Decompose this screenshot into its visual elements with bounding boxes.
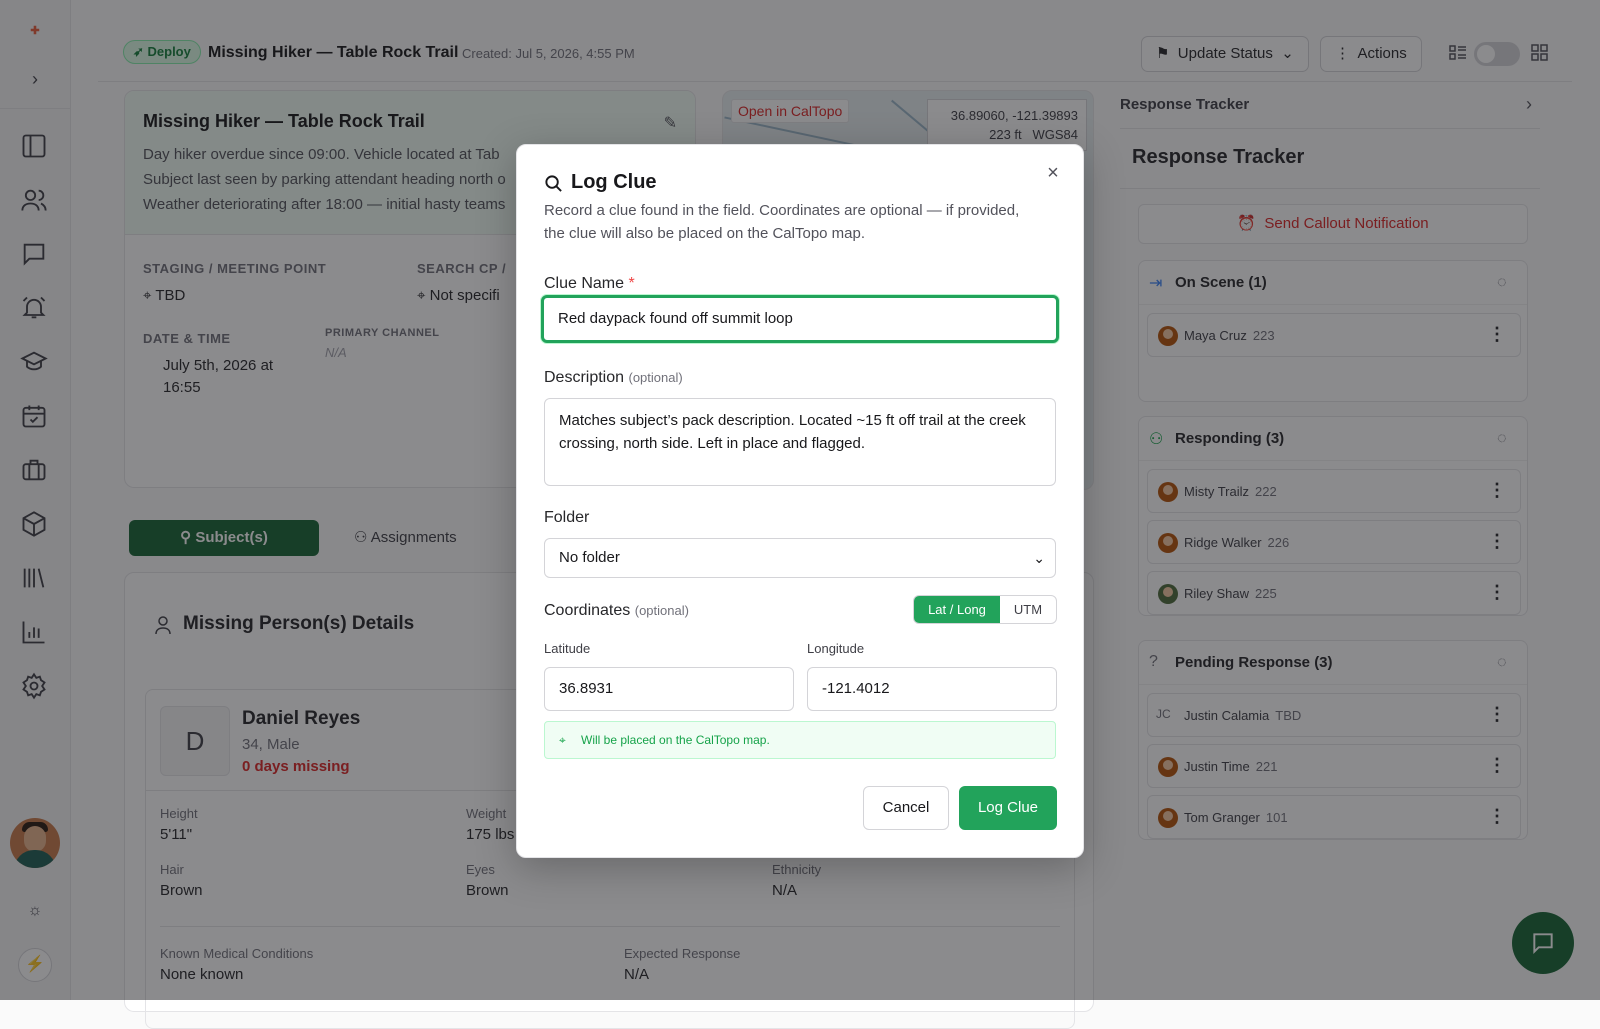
map-placement-note: ⌖ Will be placed on the CalTopo map. — [544, 721, 1056, 759]
description-textarea[interactable]: Matches subject’s pack description. Loca… — [544, 398, 1056, 486]
latlong-mode-button[interactable]: Lat / Long — [914, 596, 1000, 623]
folder-label: Folder — [544, 509, 590, 526]
coordinates-label-text: Coordinates — [544, 602, 631, 619]
optional-tag: (optional) — [634, 603, 689, 618]
clue-name-label-text: Clue Name — [544, 275, 625, 292]
log-clue-title-text: Log Clue — [571, 171, 657, 193]
search-icon — [544, 174, 563, 193]
log-clue-title: Log Clue — [544, 171, 657, 194]
map-pin-icon: ⌖ — [559, 733, 566, 747]
required-marker: * — [628, 275, 635, 292]
close-icon[interactable]: × — [1043, 163, 1063, 183]
log-clue-dialog: Log Clue × Record a clue found in the fi… — [516, 144, 1084, 858]
coordinate-mode-toggle: Lat / Long UTM — [913, 595, 1057, 624]
map-note-text: Will be placed on the CalTopo map. — [581, 733, 770, 747]
latitude-label: Latitude — [544, 641, 591, 656]
description-label-text: Description — [544, 369, 625, 386]
description-label: Description (optional) — [544, 369, 683, 387]
longitude-input[interactable]: -121.4012 — [807, 667, 1057, 711]
utm-mode-button[interactable]: UTM — [1000, 596, 1056, 623]
chevron-down-icon: ⌄ — [1033, 550, 1045, 566]
cancel-button[interactable]: Cancel — [863, 786, 949, 830]
log-clue-button[interactable]: Log Clue — [959, 786, 1057, 830]
log-clue-description: Record a clue found in the field. Coordi… — [544, 202, 1020, 242]
coordinates-label: Coordinates (optional) — [544, 602, 689, 620]
folder-select-value: No folder — [559, 549, 620, 566]
folder-select[interactable]: No folder ⌄ — [544, 538, 1056, 578]
longitude-label: Longitude — [807, 641, 865, 656]
latitude-input[interactable]: 36.8931 — [544, 667, 794, 711]
optional-tag: (optional) — [628, 370, 683, 385]
clue-name-input[interactable]: Red daypack found off summit loop — [541, 295, 1059, 343]
clue-name-label: Clue Name * — [544, 275, 635, 293]
